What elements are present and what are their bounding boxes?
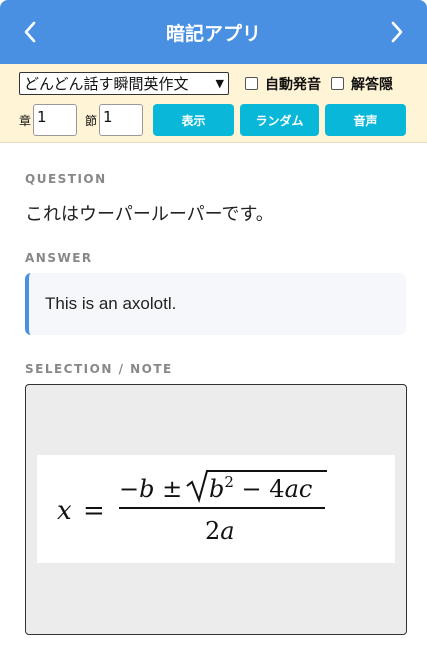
svg-text:−b ±: −b ± [119, 475, 182, 503]
checkbox-box[interactable] [331, 77, 344, 90]
question-text: これはウーパールーパーです。 [25, 204, 274, 225]
answer-text: This is an axolotl. [45, 294, 177, 313]
note-box[interactable]: x = −b ± b2 − 4ac 2a [25, 384, 407, 635]
audio-button[interactable]: 音声 [325, 104, 407, 136]
note-heading: SELECTION / NOTE [25, 362, 173, 376]
formula-equals: = [83, 496, 105, 526]
auto-audio-checkbox[interactable]: 自動発音 [245, 74, 321, 94]
section-input[interactable]: 1 [99, 104, 144, 136]
hide-answer-checkbox[interactable]: 解答隠 [331, 74, 393, 94]
book-select[interactable]: どんどん話す瞬間英作文 ▼ [19, 72, 229, 95]
svg-text:2a: 2a [205, 517, 235, 545]
random-button[interactable]: ランダム [240, 104, 320, 136]
svg-text:b2 − 4ac: b2 − 4ac [209, 473, 312, 503]
show-button[interactable]: 表示 [153, 104, 235, 136]
chapter-label: 章 [19, 113, 32, 128]
chapter-input[interactable]: 1 [33, 104, 78, 136]
quadratic-formula: x = −b ± b2 − 4ac 2a [57, 470, 327, 545]
answer-box: This is an axolotl. [25, 273, 406, 335]
section-label: 節 [85, 113, 98, 128]
chevron-right-icon [391, 21, 403, 43]
formula-lhs: x [57, 496, 72, 526]
app-header: 暗記アプリ [0, 0, 427, 64]
control-row-bottom: 章 1 節 1 表示 ランダム 音声 [19, 104, 407, 136]
formula-image: x = −b ± b2 − 4ac 2a [37, 455, 395, 563]
question-heading: QUESTION [25, 172, 107, 186]
chevron-down-icon: ▼ [215, 77, 224, 90]
next-button[interactable] [367, 0, 427, 64]
app-title: 暗記アプリ [165, 22, 261, 45]
control-panel: どんどん話す瞬間英作文 ▼ 自動発音 解答隠 章 1 節 1 表示 ランダム 音… [0, 64, 427, 143]
book-select-value: どんどん話す瞬間英作文 [24, 75, 189, 93]
checkbox-box[interactable] [245, 77, 258, 90]
hide-answer-label: 解答隠 [351, 76, 393, 93]
chevron-left-icon [24, 21, 36, 43]
answer-heading: ANSWER [25, 251, 93, 265]
auto-audio-label: 自動発音 [265, 76, 321, 93]
prev-button[interactable] [0, 0, 60, 64]
control-row-top: どんどん話す瞬間英作文 ▼ 自動発音 解答隠 [19, 72, 393, 95]
